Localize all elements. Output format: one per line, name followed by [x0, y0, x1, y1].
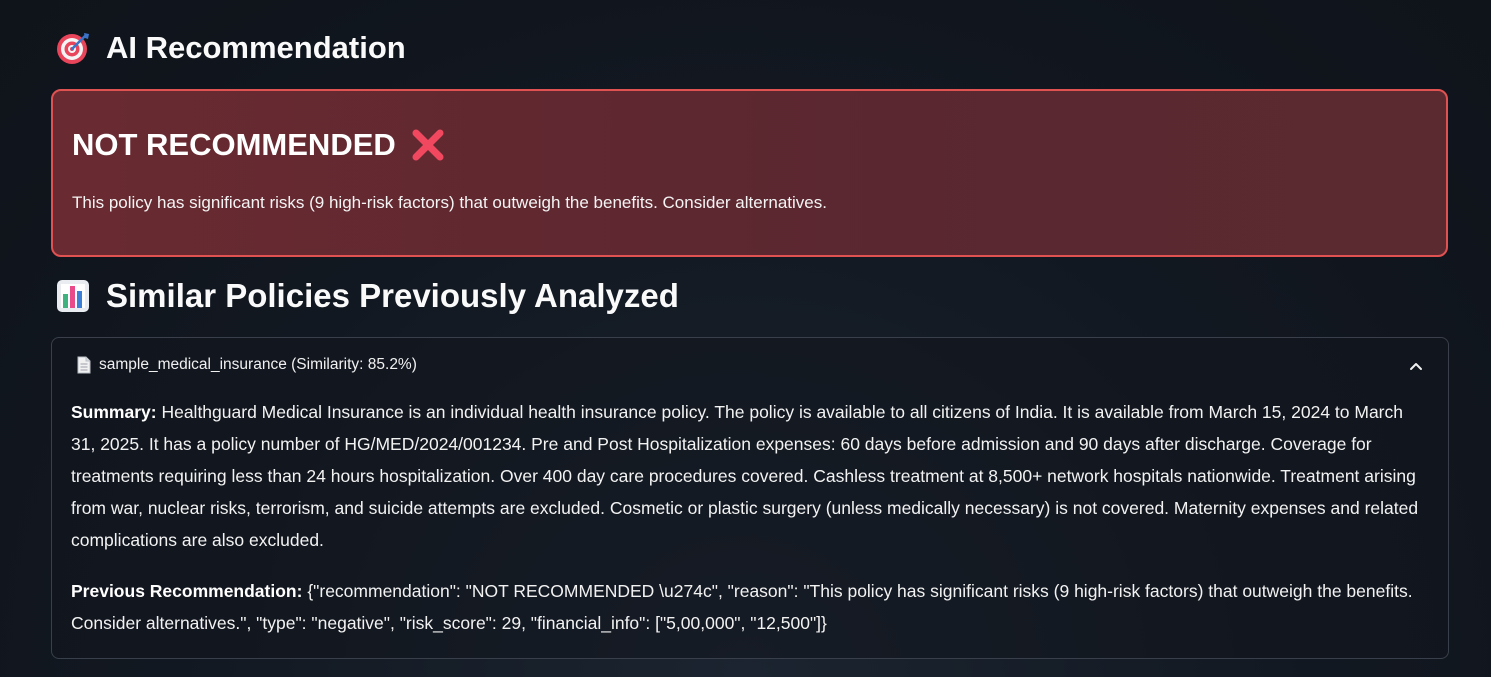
summary-label: Summary:	[71, 402, 157, 422]
summary-paragraph: Summary: Healthguard Medical Insurance i…	[71, 396, 1431, 556]
chevron-up-icon[interactable]	[1408, 358, 1424, 374]
similar-policies-title: Similar Policies Previously Analyzed	[106, 277, 679, 314]
previous-recommendation-paragraph: Previous Recommendation: {"recommendatio…	[71, 575, 1431, 639]
recommendation-verdict: NOT RECOMMENDED	[72, 127, 446, 163]
similar-policy-expander: sample_medical_insurance (Similarity: 85…	[51, 337, 1449, 659]
recommendation-alert-box: NOT RECOMMENDED This policy has signific…	[51, 89, 1448, 257]
previous-recommendation-label: Previous Recommendation:	[71, 581, 303, 601]
target-dart-icon	[54, 29, 92, 67]
ai-recommendation-title: AI Recommendation	[106, 30, 406, 65]
red-x-icon	[410, 127, 446, 163]
expander-label: sample_medical_insurance (Similarity: 85…	[99, 356, 417, 373]
document-icon	[76, 356, 92, 374]
bar-chart-icon	[54, 277, 92, 315]
summary-text: Healthguard Medical Insurance is an indi…	[71, 402, 1419, 550]
expander-header[interactable]: sample_medical_insurance (Similarity: 85…	[76, 356, 417, 374]
ai-recommendation-heading: AI Recommendation	[54, 26, 406, 70]
recommendation-reason: This policy has significant risks (9 hig…	[72, 193, 827, 212]
similar-policies-heading: Similar Policies Previously Analyzed	[54, 274, 679, 318]
verdict-text: NOT RECOMMENDED	[72, 127, 396, 162]
